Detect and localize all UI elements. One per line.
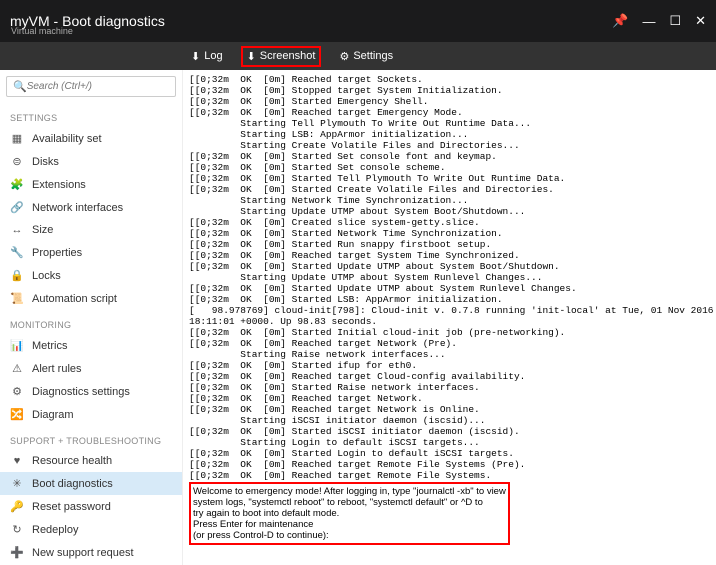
sidebar-item-label: Disks	[32, 156, 59, 168]
sidebar-item-boot-diagnostics[interactable]: ✳ Boot diagnostics	[0, 472, 182, 495]
settings-button[interactable]: ⚙Settings	[333, 46, 399, 67]
alert-icon: ⚠	[10, 362, 24, 375]
close-icon[interactable]: ✕	[695, 13, 706, 29]
sidebar-item-availability-set[interactable]: ▦ Availability set	[0, 127, 182, 150]
properties-icon: 🔧	[10, 246, 24, 259]
sidebar-section-head: SETTINGS	[0, 103, 182, 127]
gear-icon: ⚙	[339, 50, 349, 63]
sidebar-item-locks[interactable]: 🔒 Locks	[0, 264, 182, 287]
sidebar-item-label: Boot diagnostics	[32, 478, 113, 490]
sidebar-item-label: Diagnostics settings	[32, 386, 130, 398]
sidebar-item-label: New support request	[32, 547, 134, 559]
sidebar-item-label: Automation script	[32, 293, 117, 305]
size-icon: ↔	[10, 224, 24, 236]
disk-icon: ⊜	[10, 155, 24, 168]
sidebar-item-size[interactable]: ↔ Size	[0, 219, 182, 241]
sidebar-item-automation-script[interactable]: 📜 Automation script	[0, 287, 182, 310]
search-box[interactable]: 🔍	[6, 76, 176, 97]
sidebar-item-label: Reset password	[32, 501, 111, 513]
search-input[interactable]	[27, 81, 169, 92]
titlebar: myVM - Boot diagnostics Virtual machine …	[0, 0, 716, 42]
screenshot-button[interactable]: ⬇Screenshot	[241, 46, 322, 67]
page-subtitle: Virtual machine	[11, 26, 73, 36]
emergency-mode-msg: Welcome to emergency mode! After logging…	[189, 482, 510, 545]
search-icon: 🔍	[13, 80, 27, 93]
sidebar-item-network-interfaces[interactable]: 🔗 Network interfaces	[0, 196, 182, 219]
sidebar-item-label: Availability set	[32, 133, 102, 145]
sidebar-item-diagram[interactable]: 🔀 Diagram	[0, 403, 182, 426]
sidebar-item-alert-rules[interactable]: ⚠ Alert rules	[0, 357, 182, 380]
reset-icon: 🔑	[10, 500, 24, 513]
sidebar-item-label: Size	[32, 224, 53, 236]
toolbar: ⬇Log ⬇Screenshot ⚙Settings	[0, 42, 716, 70]
extension-icon: 🧩	[10, 178, 24, 191]
maximize-icon[interactable]: ☐	[669, 13, 681, 29]
sidebar-item-extensions[interactable]: 🧩 Extensions	[0, 173, 182, 196]
sidebar-item-properties[interactable]: 🔧 Properties	[0, 241, 182, 264]
metrics-icon: 📊	[10, 339, 24, 352]
sidebar-item-label: Network interfaces	[32, 202, 123, 214]
download-icon: ⬇	[191, 50, 200, 63]
log-button[interactable]: ⬇Log	[185, 46, 229, 67]
sidebar-item-label: Extensions	[32, 179, 86, 191]
sidebar-item-reset-password[interactable]: 🔑 Reset password	[0, 495, 182, 518]
sidebar-item-label: Alert rules	[32, 363, 82, 375]
sidebar-item-label: Properties	[32, 247, 82, 259]
pin-icon[interactable]: 📌	[612, 13, 628, 29]
sidebar-item-disks[interactable]: ⊜ Disks	[0, 150, 182, 173]
sidebar-item-label: Redeploy	[32, 524, 78, 536]
sidebar-item-metrics[interactable]: 📊 Metrics	[0, 334, 182, 357]
sidebar-item-label: Resource health	[32, 455, 112, 467]
sidebar-section-head: MONITORING	[0, 310, 182, 334]
console-output: [[0;32m OK [0m] Reached target Sockets. …	[183, 70, 716, 565]
boot-icon: ✳	[10, 477, 24, 490]
health-icon: ♥	[10, 455, 24, 467]
sidebar-item-redeploy[interactable]: ↻ Redeploy	[0, 518, 182, 541]
availability-icon: ▦	[10, 132, 24, 145]
sidebar: 🔍 SETTINGS ▦ Availability set ⊜ Disks 🧩 Extens…	[0, 70, 183, 565]
sidebar-item-label: Metrics	[32, 340, 67, 352]
sidebar-item-diagnostics-settings[interactable]: ⚙ Diagnostics settings	[0, 380, 182, 403]
sidebar-section-head: SUPPORT + TROUBLESHOOTING	[0, 426, 182, 450]
lock-icon: 🔒	[10, 269, 24, 282]
sidebar-item-resource-health[interactable]: ♥ Resource health	[0, 450, 182, 472]
network-icon: 🔗	[10, 201, 24, 214]
sidebar-item-label: Locks	[32, 270, 61, 282]
download-icon: ⬇	[247, 50, 256, 63]
diag-icon: ⚙	[10, 385, 24, 398]
redeploy-icon: ↻	[10, 523, 24, 536]
sidebar-item-label: Diagram	[32, 409, 74, 421]
support-icon: ➕	[10, 546, 24, 559]
script-icon: 📜	[10, 292, 24, 305]
diagram-icon: 🔀	[10, 408, 24, 421]
minimize-icon[interactable]: —	[642, 14, 655, 29]
sidebar-item-new-support-request[interactable]: ➕ New support request	[0, 541, 182, 564]
